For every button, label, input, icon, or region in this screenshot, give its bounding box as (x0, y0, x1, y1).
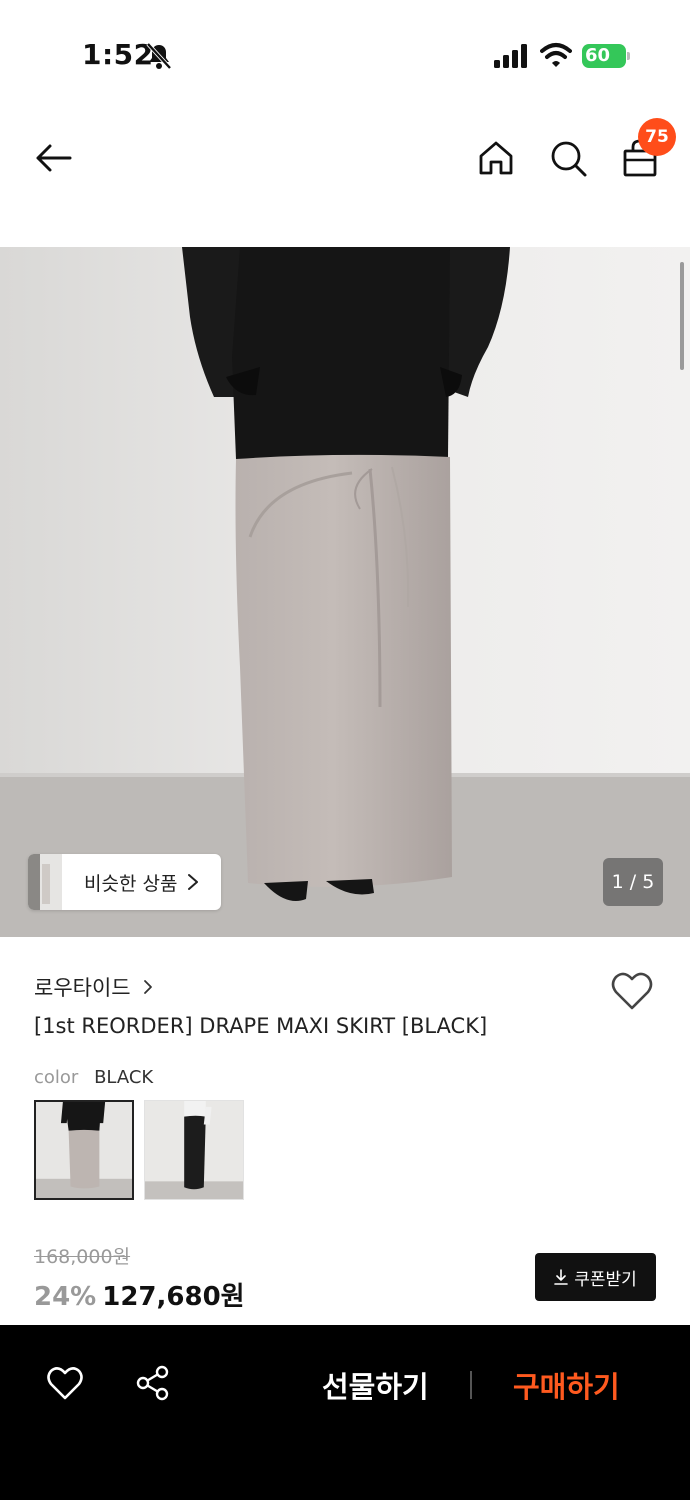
original-price: 168,000원 (34, 1246, 131, 1268)
greige-skirt-thumbnail (36, 1102, 132, 1198)
discount-rate: 24% (34, 1282, 97, 1312)
home-icon[interactable] (476, 138, 516, 178)
color-option: color BLACK (34, 1067, 153, 1088)
share-icon[interactable] (134, 1364, 172, 1402)
status-bar: 1:52 60 (0, 0, 690, 110)
sale-price: 127,680원 (102, 1282, 245, 1312)
product-image[interactable] (0, 247, 690, 937)
divider (470, 1371, 472, 1399)
color-swatch-greige[interactable] (34, 1100, 134, 1200)
coupon-label: 쿠폰받기 (574, 1269, 637, 1290)
black-skirt-thumbnail (145, 1101, 243, 1199)
coupon-download-button[interactable]: 쿠폰받기 (535, 1253, 656, 1301)
top-navigation (0, 110, 690, 206)
bell-slash-icon (146, 42, 172, 70)
bottom-action-bar (0, 1325, 690, 1500)
battery-level: 60 (585, 45, 611, 66)
back-arrow-icon[interactable] (34, 138, 74, 178)
image-page-indicator: 1 / 5 (603, 858, 663, 906)
option-value: BLACK (94, 1067, 154, 1088)
search-icon[interactable] (548, 138, 588, 178)
cart-count-badge: 75 (638, 118, 676, 156)
chevron-right-icon (143, 980, 152, 994)
price-row: 24% 127,680원 (34, 1276, 245, 1313)
scrollbar[interactable] (680, 262, 684, 370)
signal-icon (494, 44, 527, 68)
wifi-icon (540, 43, 572, 67)
brand-name: 로우타이드 (34, 976, 131, 1000)
status-time: 1:52 (82, 38, 154, 71)
similar-products-label: 비슷한 상품 (84, 872, 178, 895)
chevron-right-icon (188, 874, 199, 890)
battery-charging-icon: 60 (582, 44, 632, 68)
heart-outline-icon[interactable] (610, 970, 654, 1012)
similar-product-thumbnail (28, 854, 62, 910)
similar-products-button[interactable]: 비슷한 상품 (28, 854, 221, 910)
buy-button[interactable]: 구매하기 (513, 1364, 620, 1406)
download-icon (554, 1269, 569, 1285)
brand-link[interactable]: 로우타이드 (34, 972, 153, 1002)
gift-button[interactable]: 선물하기 (322, 1364, 429, 1406)
heart-outline-icon[interactable] (46, 1364, 84, 1402)
option-label: color (34, 1067, 79, 1088)
product-title: [1st REORDER] DRAPE MAXI SKIRT [BLACK] (34, 1014, 488, 1038)
color-swatch-black[interactable] (144, 1100, 244, 1200)
